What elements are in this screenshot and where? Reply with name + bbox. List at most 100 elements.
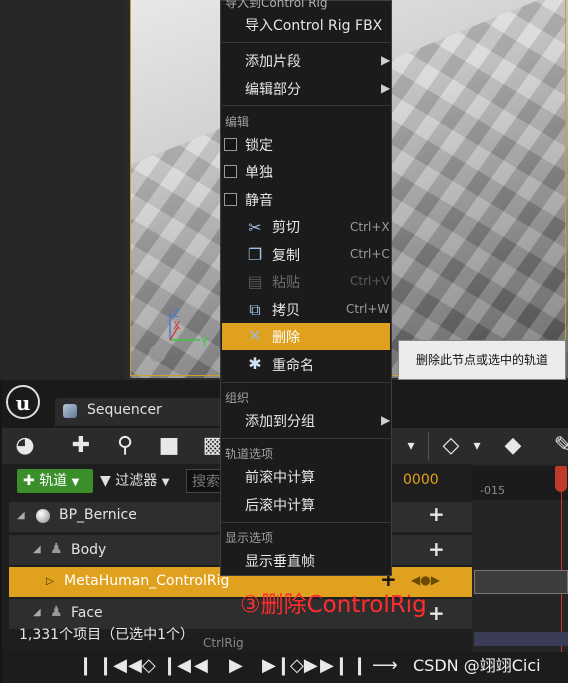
menu-section-track-options: 轨道选项 [225,447,274,461]
play-reverse-icon[interactable]: ◀ [194,655,208,676]
track-label: CtrlRig [203,636,244,650]
menu-item-solo[interactable]: 单独 [245,162,273,182]
play-icon[interactable]: ▶ [229,655,243,676]
plus-icon: ✚ [23,473,35,489]
camera-icon[interactable]: ■ [154,431,184,461]
menu-separator [222,382,390,383]
add-track-plus-icon[interactable]: + [428,502,445,526]
chevron-down-icon[interactable]: ▾ [396,431,426,461]
copy-icon: ❐ [247,245,263,264]
menu-separator [222,522,390,523]
add-track-toolbar-icon[interactable]: ✚ [66,431,96,461]
current-time-readout[interactable]: 0000 [403,472,439,488]
menu-item-mute[interactable]: 静音 [245,190,273,210]
expand-triangle-icon[interactable]: ◢ [33,607,41,618]
solo-checkbox[interactable] [224,165,237,178]
toolbar-divider [428,432,429,460]
skeletal-mesh-icon: ♟ [50,604,63,620]
menu-item-lock[interactable]: 锁定 [245,135,273,155]
pencil-icon[interactable]: ✎ [548,431,568,461]
loop-icon[interactable]: ⟶ [372,655,398,676]
expand-triangle-icon[interactable]: ▷ [46,576,54,587]
menu-item-show-vertical-frames[interactable]: 显示垂直帧 [245,551,315,571]
menu-separator [222,105,390,106]
menu-section-edit: 编辑 [225,115,250,129]
chevron-down-icon: ▼ [161,477,170,488]
menu-item-delete[interactable]: 删除 [272,327,300,347]
playhead-handle[interactable] [555,466,567,492]
mute-checkbox[interactable] [224,193,237,206]
step-forward-frame-icon[interactable]: ▶❙ [262,655,291,676]
item-count-status: 1,331个项目（已选中1个） [19,627,194,643]
chevron-down-icon[interactable]: ▾ [462,431,492,461]
face-section[interactable] [474,632,568,646]
step-forward-icon[interactable]: ▶❙ [320,655,349,676]
filter-button-label: 过滤器 [115,473,158,489]
shortcut-cut: Ctrl+X [350,220,390,234]
actor-sphere-icon [36,509,50,523]
expand-triangle-icon[interactable]: ◢ [33,544,41,555]
control-rig-section[interactable] [474,570,568,594]
filter-icon: ▼ [100,473,111,489]
prev-key-icon[interactable]: ◀◇ [128,655,156,676]
menu-item-rename[interactable]: 重命名 [272,355,314,375]
menu-item-post-roll[interactable]: 后滚中计算 [245,495,315,515]
tab-sequencer-label: Sequencer [87,402,162,418]
add-track-button[interactable]: ✚ 轨道 ▼ [17,469,93,493]
filter-button[interactable]: ▼ 过滤器 ▼ [100,469,178,493]
svg-text:Y: Y [200,335,209,349]
add-track-plus-icon[interactable]: + [428,601,445,625]
shortcut-duplicate: Ctrl+W [346,302,390,316]
next-key-icon[interactable]: ◇▶ [290,655,318,676]
menu-item-paste: 粘贴 [272,275,300,291]
submenu-arrow-icon: ▶ [381,413,391,427]
step-back-frame-icon[interactable]: ❙◀ [162,655,191,676]
track-label: MetaHuman_ControlRig [64,573,230,589]
axis-gizmo-icon: Y Z X [169,307,209,349]
annotation-label: ③删除ControlRig [240,592,427,618]
go-to-end-icon[interactable]: ❙ [352,655,367,676]
go-to-start-icon[interactable]: ❙ [78,655,93,676]
step-back-icon[interactable]: ❙◀ [98,655,127,676]
svg-text:X: X [173,319,181,332]
chevron-down-icon: ▼ [71,477,80,488]
skeletal-mesh-icon: ♟ [50,541,63,557]
unreal-logo-icon: u [6,385,40,419]
menu-item-copy[interactable]: 复制 [272,245,300,265]
menu-item-pre-roll[interactable]: 前滚中计算 [245,467,315,487]
menu-item-import-to-control-rig[interactable]: 导入到Control Rig [225,0,327,11]
rename-icon: ✱ [248,354,262,373]
world-selector-icon[interactable]: ◕ [10,431,40,461]
menu-item-add-to-group[interactable]: 添加到分组 [245,411,315,431]
track-label: BP_Bernice [59,507,137,523]
menu-item-import-fbx[interactable]: 导入Control Rig FBX [245,15,382,35]
menu-section-display-options: 显示选项 [225,531,274,545]
help-icon[interactable]: ? [149,345,166,362]
menu-separator [222,42,390,43]
ruler-tick-label: -015 [480,484,505,497]
shortcut-copy: Ctrl+C [350,247,390,261]
menu-item-cut[interactable]: 剪切 [272,217,300,237]
menu-item-duplicate[interactable]: 拷贝 [272,300,300,320]
paste-icon: ▤ [247,272,263,291]
delete-x-icon: ✕ [248,326,262,345]
duplicate-icon: ⧉ [249,300,261,319]
key-tag-icon[interactable]: ◆ [498,431,528,461]
watermark: CSDN @翊翊Cici [413,656,541,675]
add-track-plus-icon[interactable]: + [428,537,445,561]
menu-section-organize: 组织 [225,391,250,405]
submenu-arrow-icon: ▶ [381,81,391,95]
viewport-left-panel [0,0,124,380]
scissors-icon: ✂ [248,218,262,237]
menu-item-edit-section[interactable]: 编辑部分 [245,79,301,99]
expand-triangle-icon[interactable]: ◢ [17,510,25,521]
shortcut-paste: Ctrl+V [350,274,390,288]
lock-checkbox[interactable] [224,138,237,151]
sequencer-tab-icon [63,404,77,418]
search-icon[interactable]: ⚲ [110,431,140,461]
menu-item-add-section[interactable]: 添加片段 [245,51,301,71]
track-label: Body [71,542,107,558]
delete-tooltip: 删除此节点或选中的轨道 [398,340,566,380]
menu-separator [222,438,390,439]
track-button-label: 轨道 [39,473,68,489]
